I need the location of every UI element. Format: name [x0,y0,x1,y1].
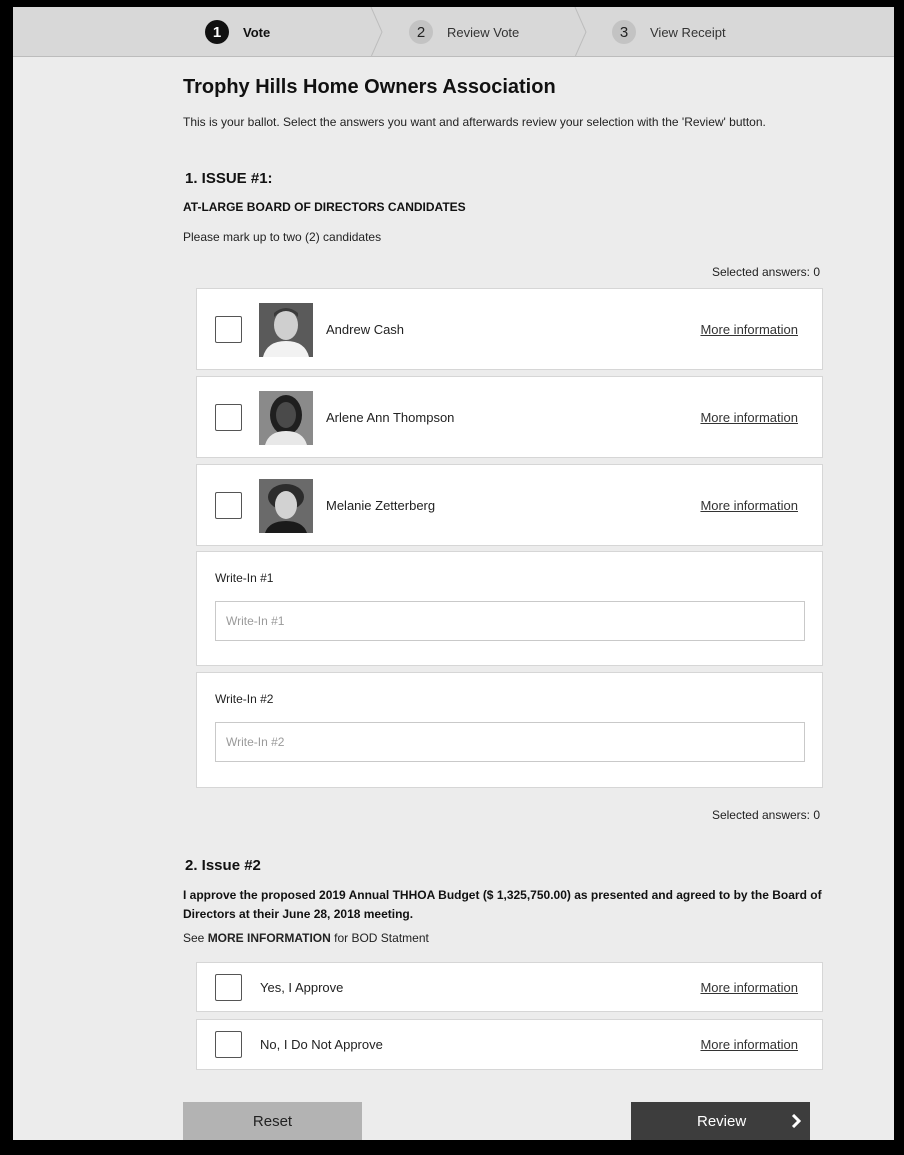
step-view-receipt: 3 View Receipt [612,7,726,57]
see-prefix: See [183,931,208,945]
option-label: No, I Do Not Approve [260,1037,383,1052]
write-in-2-input[interactable] [215,722,805,762]
selected-answers-count: Selected answers: 0 [711,808,820,822]
ballot-window: 1 Vote 2 Review Vote 3 View Receipt Trop… [13,7,894,1140]
write-in-1-input[interactable] [215,601,805,641]
more-information-link[interactable]: More information [700,322,798,337]
step-number: 1 [205,20,229,44]
candidate-name: Melanie Zetterberg [326,498,436,513]
selected-answers-count: Selected answers: 0 [711,265,820,279]
window-edge [0,1140,904,1155]
candidate-card[interactable]: Andrew Cash More information [196,288,823,370]
chevron-separator-icon [370,7,383,57]
more-information-link[interactable]: More information [700,980,798,995]
step-label: View Receipt [650,24,726,40]
issue-2-heading: 2. Issue #2 [185,857,261,874]
candidate-card[interactable]: Melanie Zetterberg More information [196,464,823,546]
candidate-photo [259,391,313,445]
candidate-checkbox[interactable] [215,492,242,519]
candidate-photo [259,303,313,357]
step-vote: 1 Vote [205,7,270,57]
step-number: 2 [409,20,433,44]
candidate-photo [259,479,313,533]
option-label: Yes, I Approve [260,980,344,995]
chevron-separator-icon [574,7,587,57]
step-review-vote: 2 Review Vote [409,7,519,57]
see-emphasis: MORE INFORMATION [207,931,331,945]
more-information-link[interactable]: More information [700,410,798,425]
more-information-link[interactable]: More information [700,498,798,513]
ballot-title: Trophy Hills Home Owners Association [183,76,556,98]
write-in-label: Write-In #1 [215,571,274,585]
step-label: Review Vote [447,24,520,40]
candidate-checkbox[interactable] [215,404,242,431]
chevron-right-icon [791,1114,801,1128]
ballot-intro: This is your ballot. Select the answers … [183,115,766,129]
issue-1-heading: 1. ISSUE #1: [185,170,273,187]
candidate-card[interactable]: Arlene Ann Thompson More information [196,376,823,458]
issue-2-statement: I approve the proposed 2019 Annual THHOA… [183,888,822,921]
option-card[interactable]: Yes, I Approve More information [196,962,823,1012]
write-in-label: Write-In #2 [215,692,274,706]
issue-2-see-more: See MORE INFORMATION for BOD Statment [183,931,429,945]
review-label: Review [697,1112,747,1130]
option-card[interactable]: No, I Do Not Approve More information [196,1019,823,1070]
option-checkbox[interactable] [215,1031,242,1058]
option-checkbox[interactable] [215,974,242,1001]
candidate-checkbox[interactable] [215,316,242,343]
step-number: 3 [612,20,636,44]
issue-1-subheading: AT-LARGE BOARD OF DIRECTORS CANDIDATES [183,200,466,214]
progress-stepper: 1 Vote 2 Review Vote 3 View Receipt [13,7,894,57]
write-in-card: Write-In #1 [196,551,823,666]
more-information-link[interactable]: More information [700,1037,798,1052]
reset-button[interactable]: Reset [183,1102,362,1140]
issue-1-instruction: Please mark up to two (2) candidates [183,230,382,244]
candidate-name: Andrew Cash [326,322,405,337]
review-button[interactable]: Review [631,1102,810,1140]
step-label: Vote [243,24,271,40]
write-in-card: Write-In #2 [196,672,823,788]
see-suffix: for BOD Statment [330,931,429,945]
candidate-name: Arlene Ann Thompson [326,410,455,425]
